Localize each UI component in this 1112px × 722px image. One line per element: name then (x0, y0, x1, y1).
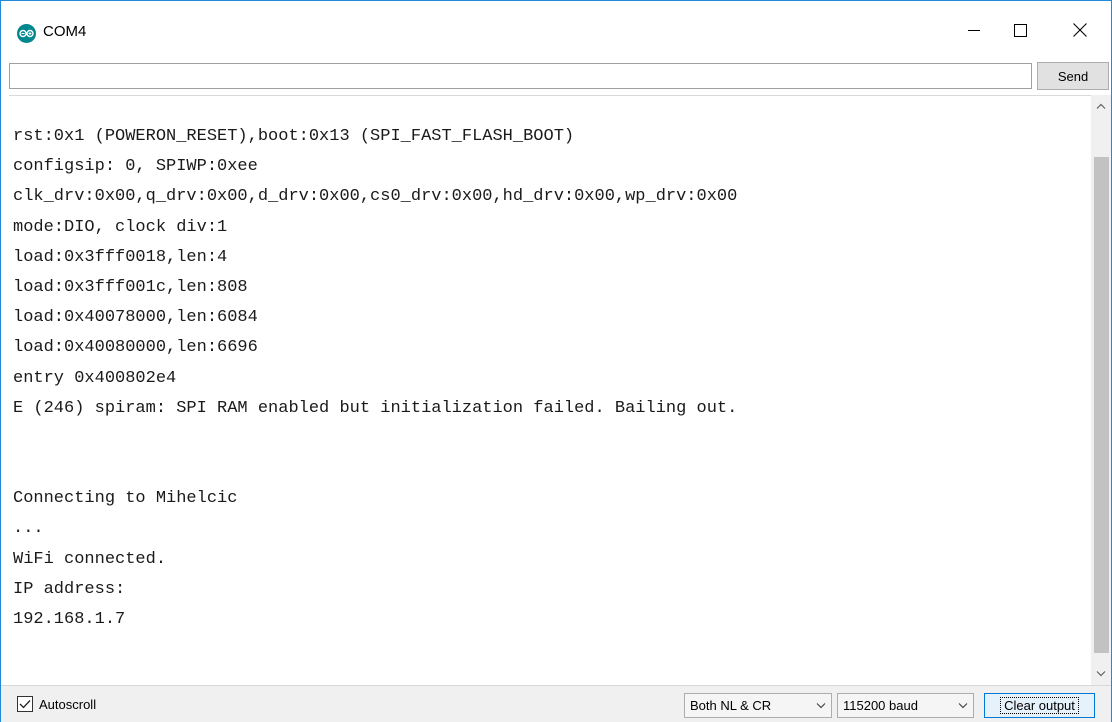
output-line: mode:DIO, clock div:1 (13, 217, 228, 237)
chevron-up-icon (1096, 103, 1106, 109)
output-line: Connecting to Mihelcic (13, 489, 238, 509)
minimize-icon (968, 30, 980, 31)
maximize-button[interactable] (997, 1, 1043, 59)
maximize-icon (1013, 23, 1027, 37)
scroll-down-button[interactable] (1091, 663, 1111, 685)
arduino-app-icon (17, 24, 36, 43)
close-icon (1073, 23, 1087, 37)
scrollbar-thumb[interactable] (1094, 157, 1109, 653)
line-ending-select[interactable]: Both NL & CR (684, 693, 832, 718)
minimize-button[interactable] (951, 1, 997, 59)
output-line: load:0x3fff001c,len:808 (13, 277, 248, 297)
line-ending-value: Both NL & CR (690, 698, 772, 713)
output-line: WiFi connected. (13, 549, 167, 569)
autoscroll-checkbox[interactable] (17, 696, 33, 712)
clear-output-button[interactable]: Clear output (984, 693, 1095, 718)
window-title: COM4 (43, 23, 87, 40)
output-line: 192.168.1.7 (13, 610, 126, 629)
output-line: IP address: (13, 579, 126, 599)
chevron-down-icon (811, 702, 831, 709)
autoscroll-option[interactable]: Autoscroll (17, 696, 96, 712)
checkmark-icon (19, 700, 31, 709)
output-line: entry 0x400802e4 (13, 368, 177, 388)
output-line: clk_drv:0x00,q_drv:0x00,d_drv:0x00,cs0_d… (13, 187, 738, 207)
output-line: rst:0x1 (POWERON_RESET),boot:0x13 (SPI_F… (13, 127, 575, 146)
bottom-toolbar: Autoscroll Both NL & CR 115200 baud Clea… (1, 685, 1111, 722)
output-line: load:0x40078000,len:6084 (13, 308, 258, 328)
serial-output[interactable]: rst:0x1 (POWERON_RESET),boot:0x13 (SPI_F… (9, 95, 1091, 685)
chevron-down-icon (953, 702, 973, 709)
clear-output-label: Clear output (1000, 697, 1079, 714)
output-line: configsip: 0, SPIWP:0xee (13, 157, 258, 177)
title-bar[interactable]: COM4 (1, 1, 1111, 59)
baud-rate-value: 115200 baud (843, 698, 918, 713)
serial-monitor-window: COM4 Send rst:0x1 (POWERON_RESET),boot:0… (0, 0, 1112, 722)
output-text: rst:0x1 (POWERON_RESET),boot:0x13 (SPI_F… (13, 122, 737, 635)
send-input[interactable] (9, 63, 1032, 89)
output-line: E (246) spiram: SPI RAM enabled but init… (13, 398, 738, 418)
send-button[interactable]: Send (1037, 62, 1109, 90)
scroll-up-button[interactable] (1091, 95, 1111, 117)
output-line: load:0x40080000,len:6696 (13, 338, 258, 358)
vertical-scrollbar[interactable] (1091, 95, 1111, 685)
baud-rate-select[interactable]: 115200 baud (837, 693, 974, 718)
output-line: load:0x3fff0018,len:4 (13, 247, 228, 267)
chevron-down-icon (1096, 671, 1106, 677)
autoscroll-label: Autoscroll (39, 696, 97, 712)
output-line: ... (13, 519, 44, 539)
close-button[interactable] (1057, 1, 1103, 59)
